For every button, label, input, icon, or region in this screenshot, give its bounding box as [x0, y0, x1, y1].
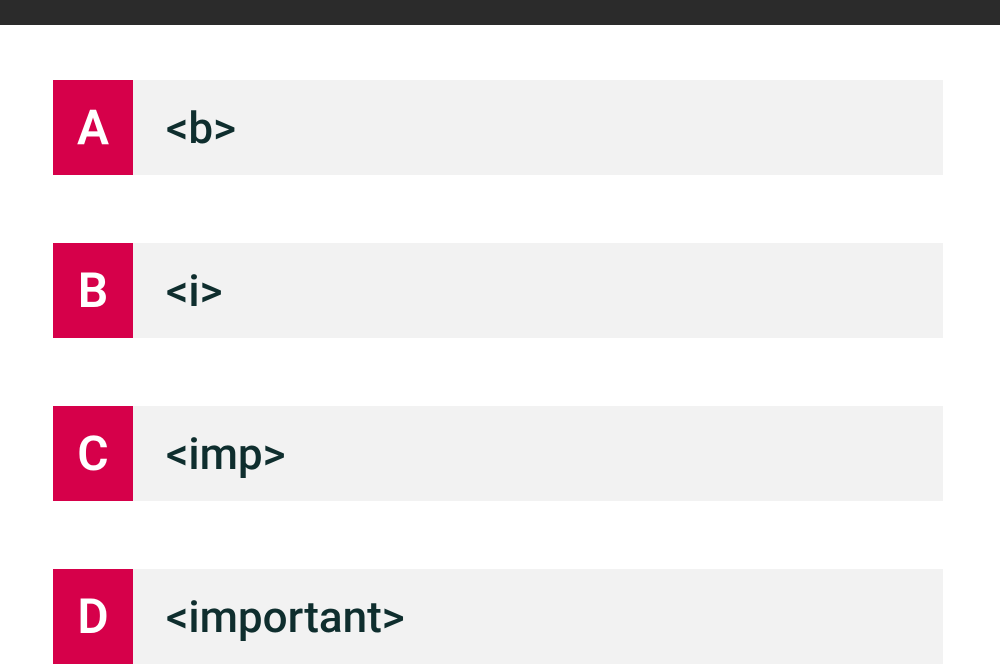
option-c[interactable]: C <imp> [53, 406, 943, 501]
option-text: <imp> [133, 406, 943, 501]
option-text: <important> [133, 569, 943, 664]
option-d[interactable]: D <important> [53, 569, 943, 664]
option-letter: C [53, 406, 133, 501]
top-bar [0, 0, 1000, 25]
option-letter: B [53, 243, 133, 338]
option-b[interactable]: B <i> [53, 243, 943, 338]
options-container: A <b> B <i> C <imp> D <important> [0, 25, 1000, 664]
option-letter: D [53, 569, 133, 664]
option-text: <b> [133, 80, 943, 175]
option-text: <i> [133, 243, 943, 338]
option-letter: A [53, 80, 133, 175]
option-a[interactable]: A <b> [53, 80, 943, 175]
